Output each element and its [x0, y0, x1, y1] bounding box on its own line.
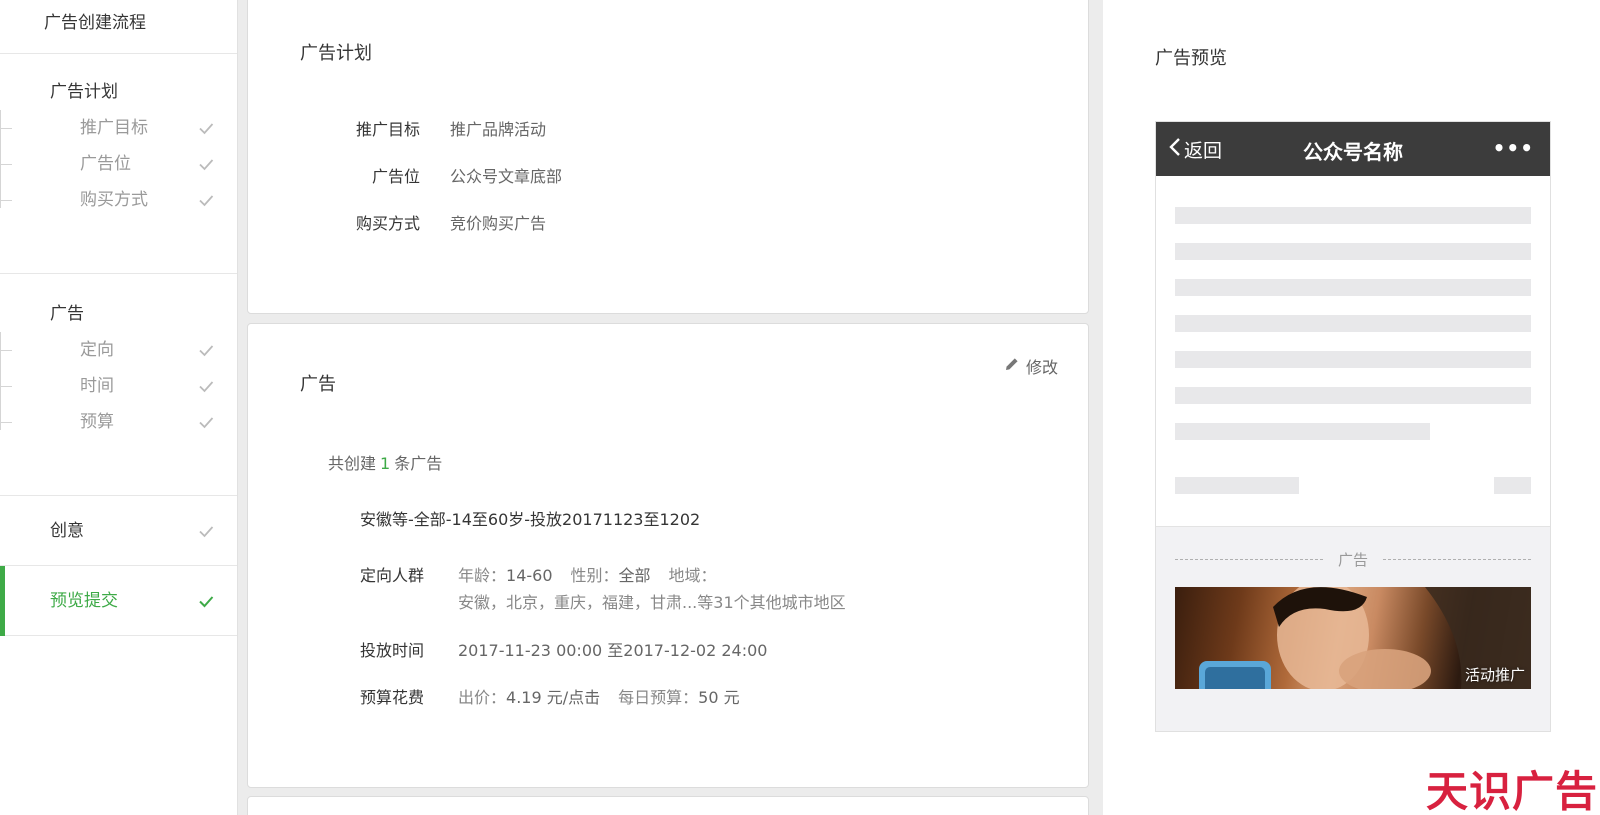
ad-divider: 广告 [1175, 549, 1531, 569]
row-value: 推广品牌活动 [450, 120, 547, 139]
sidebar: 广告创建流程 广告计划 推广目标 广告位 购买方式 广告 定向 时间 预算 创意… [0, 0, 238, 815]
ad-name: 安徽等-全部-14至60岁-投放20171123至1202 [360, 510, 701, 529]
sidebar-item-label: 购买方式 [80, 190, 148, 210]
sidebar-item-time[interactable]: 时间 [0, 368, 237, 404]
sidebar-item-placement[interactable]: 广告位 [0, 146, 237, 182]
plan-row-target: 推广目标 推广品牌活动 [300, 116, 1000, 140]
detail-value: 出价：4.19 元/点击 每日预算：50 元 [458, 684, 740, 708]
placeholder-line [1175, 477, 1299, 494]
placeholder-line [1175, 315, 1531, 332]
gender-label: 性别： [570, 566, 619, 585]
bid-value: 4.19 元/点击 [506, 688, 601, 707]
placeholder-line [1175, 387, 1531, 404]
ad-card: 广告 修改 共创建 1 条广告 安徽等-全部-14至60岁-投放20171123至1… [247, 323, 1089, 788]
region-label: 地域： [668, 566, 717, 585]
plan-card-title: 广告计划 [300, 43, 372, 64]
placeholder-line [1175, 279, 1531, 296]
bid-label: 出价： [458, 688, 507, 707]
next-card [247, 796, 1089, 815]
row-value: 竞价购买广告 [450, 214, 547, 233]
check-icon [197, 155, 215, 173]
placeholder-line [1175, 243, 1531, 260]
ad-image[interactable]: 活动推广 [1175, 587, 1531, 689]
check-icon [197, 341, 215, 359]
check-icon [197, 119, 215, 137]
ad-zone: 广告 活动推广 [1156, 526, 1550, 731]
check-icon [197, 191, 215, 209]
gender-value: 全部 [618, 566, 651, 585]
plan-card: 广告计划 推广目标 推广品牌活动 广告位 公众号文章底部 购买方式 竞价购买广告 [247, 0, 1089, 314]
placeholder-line [1494, 477, 1531, 494]
age-value: 14-60 [506, 566, 553, 585]
sidebar-item-label: 推广目标 [80, 118, 148, 138]
ad-count: 共创建 1 条广告 [328, 450, 442, 474]
region-value: 安徽，北京，重庆，福建，甘肃...等31个其他城市地区 [458, 593, 846, 612]
phone-preview: 返回 公众号名称 ••• 广告 活动推广 [1155, 121, 1551, 732]
sidebar-item-purchase[interactable]: 购买方式 [0, 182, 237, 218]
sidebar-title: 广告创建流程 [0, 0, 237, 54]
sidebar-item-creative[interactable]: 创意 [0, 496, 237, 566]
sidebar-item-label: 定向 [80, 340, 114, 360]
daily-budget-label: 每日预算： [618, 688, 699, 707]
sidebar-item-targeting[interactable]: 定向 [0, 332, 237, 368]
sidebar-item-label: 预览提交 [50, 591, 118, 611]
sidebar-item-budget[interactable]: 预算 [0, 404, 237, 440]
row-key: 推广目标 [355, 120, 420, 139]
sidebar-item-plan[interactable]: 广告计划 [0, 74, 237, 110]
sidebar-item-target[interactable]: 推广目标 [0, 110, 237, 146]
age-label: 年龄： [458, 566, 507, 585]
plan-row-placement: 广告位 公众号文章底部 [300, 163, 1000, 187]
detail-key: 投放时间 [360, 641, 425, 660]
sidebar-item-label: 广告位 [80, 154, 131, 174]
plan-row-purchase: 购买方式 竞价购买广告 [300, 210, 1000, 234]
edit-button[interactable]: 修改 [1004, 354, 1058, 378]
watermark-logo: 天识广告 [1425, 767, 1598, 815]
account-name: 公众号名称 [1303, 140, 1403, 164]
row-value: 公众号文章底部 [450, 167, 563, 186]
placeholder-line [1175, 351, 1531, 368]
pencil-icon [1004, 356, 1020, 376]
sidebar-item-label: 创意 [50, 521, 84, 541]
placeholder-line [1175, 423, 1430, 440]
sidebar-item-preview-submit[interactable]: 预览提交 [0, 566, 237, 636]
phone-nav-bar: 返回 公众号名称 ••• [1156, 122, 1550, 176]
ad-tag: 活动推广 [1464, 666, 1525, 684]
edit-label: 修改 [1025, 358, 1058, 377]
divider-line [1383, 559, 1531, 560]
row-key: 广告位 [371, 167, 420, 186]
sidebar-subitems-plan: 推广目标 广告位 购买方式 [0, 110, 237, 218]
detail-value: 年龄：14-60 性别：全部 地域： [458, 562, 717, 586]
sidebar-item-label: 时间 [80, 376, 114, 396]
preview-title: 广告预览 [1155, 48, 1227, 69]
placeholder-line [1175, 207, 1531, 224]
detail-key: 预算花费 [360, 688, 425, 707]
row-key: 购买方式 [355, 214, 420, 233]
detail-value: 2017-11-23 00:00 至2017-12-02 24:00 [458, 641, 768, 660]
sidebar-group-ad: 广告 定向 时间 预算 [0, 296, 237, 496]
detail-key: 定向人群 [360, 566, 425, 585]
check-icon [197, 522, 215, 540]
check-icon [197, 592, 215, 610]
count-suffix: 条广告 [394, 454, 443, 473]
more-icon[interactable]: ••• [1493, 136, 1534, 160]
count-prefix: 共创建 [328, 454, 377, 473]
count-number: 1 [380, 454, 391, 473]
check-icon [197, 377, 215, 395]
daily-budget-value: 50 元 [698, 688, 740, 707]
preview-panel: 广告预览 返回 公众号名称 ••• 广告 活动推广 天识广告 [1103, 0, 1600, 815]
sidebar-group-plan: 广告计划 推广目标 广告位 购买方式 [0, 74, 237, 274]
sidebar-item-ad[interactable]: 广告 [0, 296, 237, 332]
sidebar-item-label: 预算 [80, 412, 114, 432]
ad-card-title: 广告 [300, 374, 336, 395]
sidebar-subitems-ad: 定向 时间 预算 [0, 332, 237, 440]
check-icon [197, 413, 215, 431]
